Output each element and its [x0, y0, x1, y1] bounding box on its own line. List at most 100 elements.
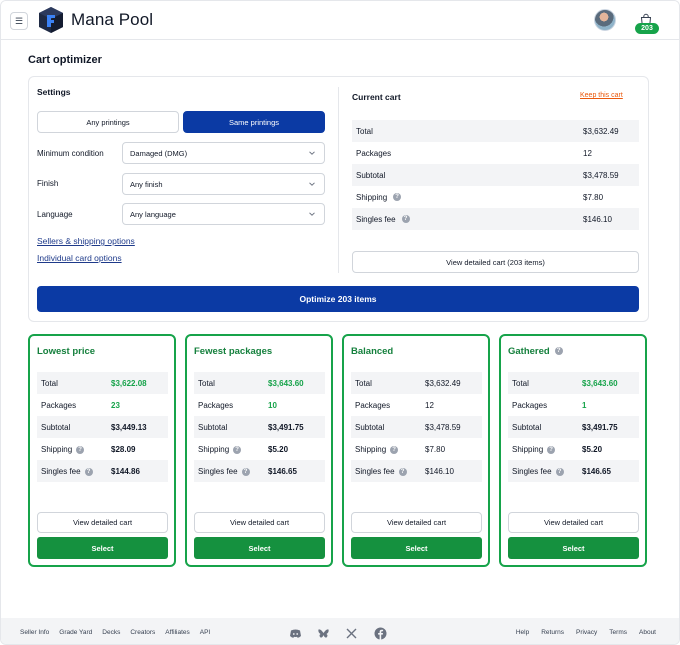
- help-icon[interactable]: ?: [401, 215, 410, 224]
- cart-count-badge[interactable]: 203: [635, 23, 659, 34]
- footer-link-help[interactable]: Help: [516, 629, 529, 636]
- footer-link-api[interactable]: API: [200, 629, 210, 636]
- current-cart-summary: Total $3,632.49 Packages 12 Subtotal $3,…: [352, 120, 639, 230]
- footer-link-about[interactable]: About: [639, 629, 656, 636]
- option-row-singles-fee: Singles fee? $144.86: [37, 460, 168, 482]
- option-title-text: Balanced: [351, 346, 394, 357]
- option-row-singles-fee: Singles fee? $146.65: [194, 460, 325, 482]
- minimum-condition-value: Damaged (DMG): [130, 148, 188, 158]
- user-avatar[interactable]: [594, 9, 616, 31]
- view-detailed-cart-button[interactable]: View detailed cart: [351, 512, 482, 533]
- option-row-subtotal: Subtotal $3,478.59: [351, 416, 482, 438]
- help-icon[interactable]: ?: [390, 445, 399, 454]
- optimize-button[interactable]: Optimize 203 items: [37, 286, 639, 312]
- footer-link-decks[interactable]: Decks: [102, 629, 120, 636]
- bluesky-icon[interactable]: [317, 627, 330, 640]
- settings-heading: Settings: [37, 87, 71, 97]
- footer-link-terms[interactable]: Terms: [609, 629, 627, 636]
- singles-fee-label: Singles fee: [512, 467, 552, 476]
- row-label: Subtotal: [512, 423, 542, 432]
- row-label: Packages: [41, 401, 77, 410]
- row-label: Singles fee?: [512, 467, 564, 476]
- current-cart-row: Shipping? $7.80: [352, 186, 639, 208]
- help-icon[interactable]: ?: [233, 445, 242, 454]
- option-summary: Total $3,643.60 Packages 10 Subtotal $3,491.7…: [194, 372, 325, 482]
- individual-card-options-link[interactable]: Individual card options: [37, 253, 122, 263]
- row-value: $5.20: [268, 445, 289, 454]
- footer-left-links: Seller Info Grade Yard Decks Creators Af…: [20, 629, 210, 636]
- footer-right-links: Help Returns Privacy Terms About: [516, 629, 656, 636]
- help-icon[interactable]: ?: [393, 193, 402, 202]
- footer-link-seller-info[interactable]: Seller Info: [20, 629, 49, 636]
- language-value: Any language: [130, 209, 176, 219]
- footer-link-privacy[interactable]: Privacy: [576, 629, 597, 636]
- row-value: $144.86: [111, 467, 140, 476]
- select-button[interactable]: Select: [351, 537, 482, 559]
- view-detailed-cart-button[interactable]: View detailed cart (203 items): [352, 251, 639, 273]
- page-title: Cart optimizer: [28, 54, 102, 66]
- option-card-title: Gathered?: [508, 346, 563, 357]
- language-label: Language: [37, 210, 73, 219]
- row-value: $3,491.75: [582, 423, 618, 432]
- any-printings-toggle[interactable]: Any printings: [37, 111, 179, 133]
- singles-fee-label: Singles fee: [355, 467, 395, 476]
- current-cart-heading: Current cart: [352, 92, 401, 102]
- help-icon[interactable]: ?: [241, 467, 250, 476]
- shipping-label: Shipping: [198, 445, 230, 454]
- minimum-condition-select[interactable]: Damaged (DMG): [122, 142, 325, 164]
- option-row-total: Total $3,622.08: [37, 372, 168, 394]
- current-cart-row: Total $3,632.49: [352, 120, 639, 142]
- brand-name[interactable]: Mana Pool: [71, 10, 153, 30]
- keep-this-cart-link[interactable]: Keep this cart: [580, 92, 623, 99]
- help-icon[interactable]: ?: [554, 347, 563, 356]
- discord-icon[interactable]: [289, 627, 302, 640]
- view-detailed-cart-button[interactable]: View detailed cart: [37, 512, 168, 533]
- option-card-gathered[interactable]: Gathered? Total $3,643.60 Packages 1 Subtotal…: [499, 334, 647, 567]
- finish-select[interactable]: Any finish: [122, 173, 325, 195]
- facebook-icon[interactable]: [374, 627, 387, 640]
- language-select[interactable]: Any language: [122, 203, 325, 225]
- row-label: Total: [355, 379, 372, 388]
- sellers-shipping-options-link[interactable]: Sellers & shipping options: [37, 236, 135, 246]
- finish-label: Finish: [37, 179, 59, 188]
- mana-pool-logo-icon[interactable]: [38, 6, 64, 34]
- option-card-title: Balanced: [351, 346, 393, 357]
- chevron-down-icon: [309, 151, 315, 155]
- option-summary: Total $3,622.08 Packages 23 Subtotal $3,449.1…: [37, 372, 168, 482]
- row-value: 1: [582, 401, 587, 410]
- row-label: Singles fee?: [198, 467, 250, 476]
- row-value: $28.09: [111, 445, 136, 454]
- view-detailed-cart-button[interactable]: View detailed cart: [508, 512, 639, 533]
- help-icon[interactable]: ?: [76, 445, 85, 454]
- row-label: Singles fee?: [41, 467, 93, 476]
- select-button[interactable]: Select: [508, 537, 639, 559]
- option-row-singles-fee: Singles fee? $146.10: [351, 460, 482, 482]
- same-printings-toggle[interactable]: Same printings: [183, 111, 325, 133]
- help-icon[interactable]: ?: [555, 467, 564, 476]
- help-icon[interactable]: ?: [84, 467, 93, 476]
- option-card-lowest-price[interactable]: Lowest price Total $3,622.08 Packages 23 Subt…: [28, 334, 176, 567]
- footer-link-grade-yard[interactable]: Grade Yard: [59, 629, 92, 636]
- row-label: Packages: [198, 401, 234, 410]
- option-row-shipping: Shipping? $5.20: [194, 438, 325, 460]
- row-value: $7.80: [583, 192, 604, 202]
- app-window: ☰ Mana Pool 203 Cart optimizer Settings …: [0, 0, 680, 645]
- help-icon[interactable]: ?: [547, 445, 556, 454]
- select-button[interactable]: Select: [194, 537, 325, 559]
- select-button[interactable]: Select: [37, 537, 168, 559]
- view-detailed-cart-button[interactable]: View detailed cart: [194, 512, 325, 533]
- option-row-shipping: Shipping? $5.20: [508, 438, 639, 460]
- help-icon[interactable]: ?: [398, 467, 407, 476]
- row-label: Total: [198, 379, 215, 388]
- footer-link-creators[interactable]: Creators: [130, 629, 155, 636]
- footer-link-affiliates[interactable]: Affiliates: [165, 629, 189, 636]
- row-value: 10: [268, 401, 277, 410]
- option-card-fewest-packages[interactable]: Fewest packages Total $3,643.60 Packages 10 S…: [185, 334, 333, 567]
- footer-link-returns[interactable]: Returns: [541, 629, 564, 636]
- shipping-label: Shipping: [41, 445, 73, 454]
- row-label: Shipping?: [356, 193, 402, 202]
- row-value: 12: [425, 401, 434, 410]
- x-icon[interactable]: [345, 627, 358, 640]
- hamburger-menu-icon[interactable]: ☰: [10, 12, 28, 30]
- option-card-balanced[interactable]: Balanced Total $3,632.49 Packages 12 Subtotal…: [342, 334, 490, 567]
